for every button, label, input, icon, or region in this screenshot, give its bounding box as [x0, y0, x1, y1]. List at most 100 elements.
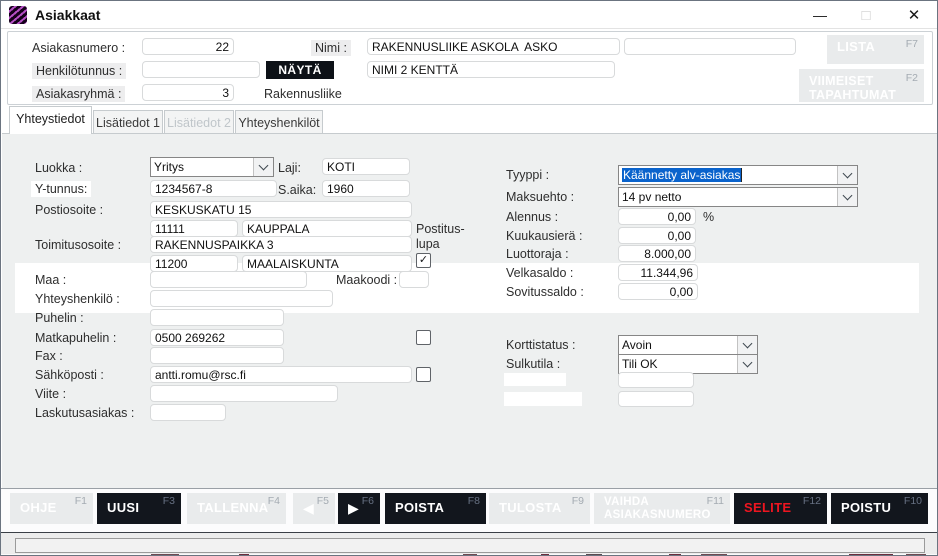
status-message-field	[15, 538, 925, 553]
sahkoposti-checkbox[interactable]	[416, 367, 431, 382]
henkilotunnus-label: Henkilötunnus :	[32, 63, 126, 79]
chevron-down-icon	[843, 191, 853, 201]
postiosoite-label: Postiosoite :	[35, 203, 103, 217]
asiakasryhma-name-label: Rakennusliike	[264, 87, 342, 101]
app-window: Asiakkaat — □ ✕ Asiakasnumero : 22 Nimi …	[0, 0, 938, 556]
poista-button[interactable]: POISTAF8	[385, 493, 486, 524]
lista-button-label: LISTA	[837, 39, 875, 54]
previous-record-button[interactable]: ◀F5	[293, 493, 335, 524]
fkey-label: F2	[906, 72, 918, 84]
tab-yhteystiedot[interactable]: Yhteystiedot	[9, 106, 92, 134]
empty-label-placeholder	[504, 373, 566, 386]
chevron-down-icon	[259, 161, 269, 171]
sovitussaldo-input[interactable]: 0,00	[618, 283, 698, 300]
tab-lisatiedot-1[interactable]: Lisätiedot 1	[93, 110, 163, 134]
tulosta-button[interactable]: TULOSTAF9	[489, 493, 590, 524]
henkilotunnus-input[interactable]	[142, 61, 260, 78]
postiosoite-zip-input[interactable]: 11111	[150, 220, 238, 237]
laskutusasiakas-input[interactable]	[150, 404, 226, 421]
chevron-down-icon	[743, 339, 753, 349]
saika-label: S.aika:	[278, 183, 316, 197]
asiakasryhma-input[interactable]: 3	[142, 84, 234, 101]
matkapuhelin-input[interactable]: 0500 269262	[150, 329, 284, 346]
title-bar: Asiakkaat — □ ✕	[1, 1, 937, 29]
lista-button[interactable]: LISTA F7	[827, 35, 924, 64]
minimize-icon[interactable]: —	[801, 1, 839, 29]
maximize-icon[interactable]: □	[847, 1, 885, 29]
checkmark-icon: ✓	[419, 255, 428, 266]
ytunnus-label: Y-tunnus:	[31, 181, 91, 197]
extra-input-1[interactable]	[618, 372, 694, 388]
toimitusosoite-city-input[interactable]: MAALAISKUNTA	[242, 255, 412, 272]
tyyppi-select[interactable]: Käännetty alv-asiakas	[618, 165, 858, 185]
tallenna-button[interactable]: TALLENNAF4	[187, 493, 286, 524]
postituslupa-checkbox[interactable]: ✓	[416, 253, 431, 268]
alennus-unit-label: %	[703, 210, 714, 224]
fax-input[interactable]	[150, 347, 284, 364]
maakoodi-label: Maakoodi :	[336, 273, 397, 287]
luokka-label: Luokka :	[35, 161, 82, 175]
luottoraja-input[interactable]: 8.000,00	[618, 245, 696, 262]
kuukausiera-input[interactable]: 0,00	[618, 227, 696, 244]
yhteyshenkilo-input[interactable]	[150, 290, 333, 307]
yhteyshenkilo-label: Yhteyshenkilö :	[35, 292, 120, 306]
sulkutila-select[interactable]: Tili OK	[618, 354, 758, 374]
nayta-button[interactable]: NÄYTÄ	[266, 61, 334, 79]
asiakasryhma-label: Asiakasryhmä :	[32, 86, 125, 102]
maa-label: Maa :	[35, 273, 66, 287]
toimitusosoite-label: Toimitusosoite :	[35, 238, 121, 252]
uusi-button[interactable]: UUSIF3	[97, 493, 181, 524]
tyyppi-label: Tyyppi :	[506, 168, 549, 182]
sahkoposti-input[interactable]: antti.romu@rsc.fi	[150, 366, 412, 383]
nimi-extra-input[interactable]	[624, 38, 796, 55]
saika-input[interactable]: 1960	[322, 180, 410, 197]
nimi2-input[interactable]: NIMI 2 KENTTÄ	[367, 61, 615, 78]
postiosoite-street-input[interactable]: KESKUSKATU 15	[150, 201, 412, 218]
extra-input-2[interactable]	[618, 391, 694, 407]
ytunnus-input[interactable]: 1234567-8	[150, 180, 277, 197]
postiosoite-city-input[interactable]: KAUPPALA	[242, 220, 412, 237]
matkapuhelin-checkbox[interactable]	[416, 330, 431, 345]
sulkutila-label: Sulkutila :	[506, 357, 560, 371]
maksuehto-select[interactable]: 14 pv netto	[618, 187, 858, 207]
vaihda-asiakasnumero-button[interactable]: VAIHDA ASIAKASNUMEROF11	[594, 493, 730, 524]
arrow-left-icon: ◀	[303, 501, 314, 516]
close-icon[interactable]: ✕	[895, 1, 933, 29]
nimi-input[interactable]: RAKENNUSLIIKE ASKOLA ASKO	[367, 38, 620, 55]
luokka-select[interactable]: Yritys	[150, 157, 274, 177]
arrow-right-icon: ▶	[348, 501, 359, 516]
korttistatus-select[interactable]: Avoin	[618, 335, 758, 355]
puhelin-label: Puhelin :	[35, 311, 84, 325]
next-record-button[interactable]: ▶F6	[338, 493, 380, 524]
alennus-input[interactable]: 0,00	[618, 208, 696, 225]
korttistatus-label: Korttistatus :	[506, 338, 575, 352]
toimitusosoite-street-input[interactable]: RAKENNUSPAIKKA 3	[150, 236, 412, 253]
tab-yhteyshenkilot[interactable]: Yhteyshenkilöt	[235, 110, 323, 134]
maakoodi-input[interactable]	[399, 271, 429, 288]
puhelin-input[interactable]	[150, 309, 284, 326]
fkey-label: F7	[906, 38, 918, 50]
ohje-button[interactable]: OHJEF1	[10, 493, 93, 524]
alennus-label: Alennus :	[506, 210, 558, 224]
laji-input[interactable]: KOTI	[322, 158, 410, 175]
customer-header-panel: Asiakasnumero : 22 Nimi : RAKENNUSLIIKE …	[7, 31, 933, 105]
selite-button[interactable]: SELITEF12	[734, 493, 827, 524]
toimitusosoite-zip-input[interactable]: 11200	[150, 255, 238, 272]
app-icon	[9, 6, 27, 24]
laskutusasiakas-label: Laskutusasiakas :	[35, 406, 134, 420]
viite-input[interactable]	[150, 385, 338, 402]
viimeiset-button-label: VIIMEISET TAPAHTUMAT	[809, 74, 896, 102]
chevron-down-icon	[743, 358, 753, 368]
viimeiset-tapahtumat-button[interactable]: VIIMEISET TAPAHTUMAT F2	[799, 69, 924, 102]
sahkoposti-label: Sähköposti :	[35, 368, 104, 382]
nimi-label: Nimi :	[311, 40, 351, 56]
asiakasnumero-input[interactable]: 22	[142, 38, 234, 55]
poistu-button[interactable]: POISTUF10	[831, 493, 928, 524]
empty-label-placeholder	[504, 392, 582, 406]
maa-input[interactable]	[150, 271, 307, 288]
maksuehto-label: Maksuehto :	[506, 190, 574, 204]
window-title: Asiakkaat	[35, 7, 100, 23]
velkasaldo-input[interactable]: 11.344,96	[618, 264, 698, 281]
viite-label: Viite :	[35, 387, 66, 401]
sovitussaldo-label: Sovitussaldo :	[506, 285, 584, 299]
